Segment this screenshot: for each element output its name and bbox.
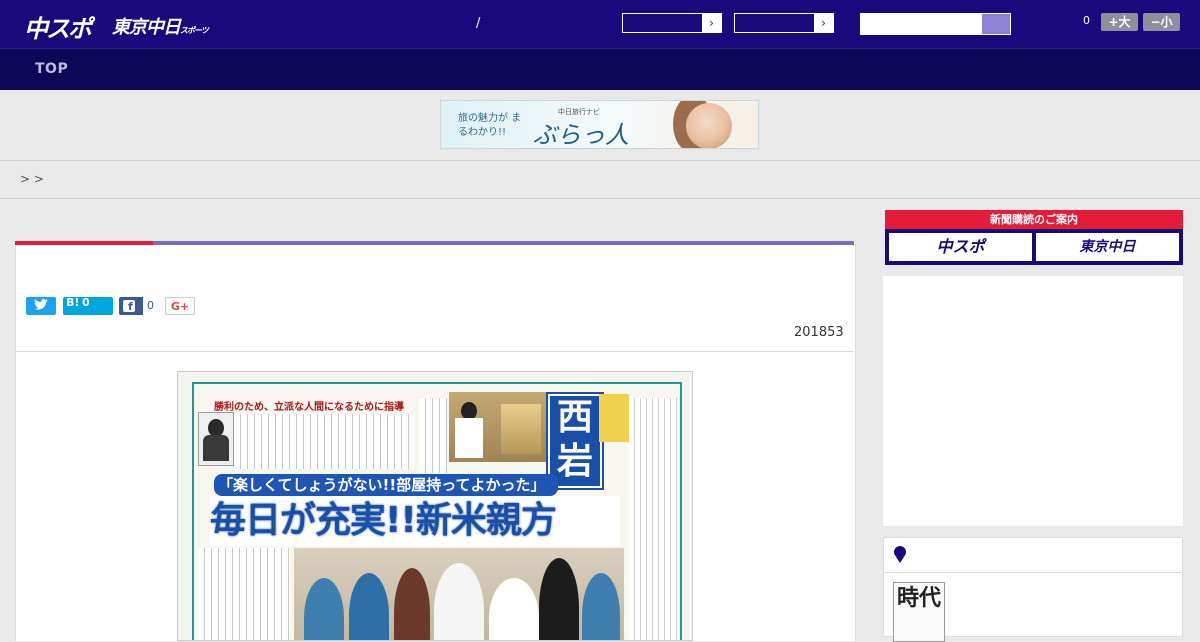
hatena-label: B! — [66, 296, 80, 309]
chuspo-logo[interactable]: 中スポ — [24, 9, 92, 44]
category-select-1[interactable]: › — [622, 13, 722, 33]
sidebar-ad[interactable] — [883, 276, 1183, 526]
font-smaller-button[interactable]: −小 — [1143, 13, 1180, 31]
article-date: 201853 — [794, 325, 844, 340]
nav-item-top[interactable]: TOP — [35, 61, 68, 77]
facebook-icon: f — [123, 300, 135, 313]
ranking-header — [884, 538, 1182, 573]
breadcrumb[interactable]: > > — [20, 172, 44, 186]
newspaper-group-photo — [294, 548, 624, 640]
tokyo-logo-small: スポーツ — [180, 26, 209, 35]
banner-brand: ぶらっ人 — [533, 121, 629, 149]
newspaper-image[interactable]: 勝利のため、立派な人間になるために指導 西岩 「楽しくてしょうがない!!部屋持っ… — [177, 371, 693, 641]
bird-icon — [34, 299, 48, 310]
header-separator: / — [476, 16, 481, 31]
ad-banner[interactable]: 旅の魅力が まるわかり!! 中日旅行ナビ ぶらっ人 — [440, 100, 759, 149]
medal-icon — [894, 546, 906, 563]
newspaper-frame: 勝利のため、立派な人間になるために指導 西岩 「楽しくてしょうがない!!部屋持っ… — [192, 382, 682, 640]
chevron-right-icon[interactable]: › — [702, 14, 721, 32]
banner-tagline: 旅の魅力が まるわかり!! — [458, 113, 522, 138]
divider — [16, 351, 854, 352]
gplus-share-button[interactable]: G+ — [165, 297, 195, 315]
newspaper-photo — [449, 392, 549, 462]
subscribe-tokyo-button[interactable]: 東京中日 — [1036, 233, 1179, 261]
ranking-thumbnail[interactable]: 時代 — [893, 582, 945, 642]
newspaper-kicker: 勝利のため、立派な人間になるために指導 — [214, 402, 404, 413]
main-nav: TOP — [0, 48, 1200, 90]
font-size-level: 0 — [1083, 14, 1090, 27]
chevron-right-icon[interactable]: › — [814, 14, 833, 32]
hatena-bookmark-button[interactable]: B! 0 — [63, 296, 113, 315]
subscription-title: 新聞購読のご案内 — [885, 210, 1183, 229]
font-larger-button[interactable]: +大 — [1101, 13, 1138, 31]
newspaper-name-box: 西岩 — [548, 394, 602, 488]
twitter-share-button[interactable] — [26, 297, 56, 315]
search-button[interactable] — [982, 14, 1010, 34]
article-tab-line — [153, 241, 854, 245]
divider — [0, 160, 1200, 161]
newspaper-portrait — [198, 412, 234, 466]
category-select-2[interactable]: › — [734, 13, 834, 33]
newspaper-text-block — [419, 398, 447, 473]
tokyo-chunichi-logo[interactable]: 東京中日スポーツ — [112, 13, 209, 39]
facebook-count: 0 — [143, 297, 158, 315]
ranking-panel: 時代 — [883, 537, 1183, 642]
facebook-share-button[interactable]: f 0 — [119, 297, 158, 315]
newspaper-text-block — [234, 414, 414, 469]
tokyo-logo-text: 東京中日 — [112, 17, 181, 38]
header-bar: 中スポ 東京中日スポーツ / › › 0 +大 −小 — [0, 0, 1200, 48]
search-input[interactable] — [860, 13, 1011, 35]
divider — [0, 198, 1200, 199]
newspaper-column-box — [599, 394, 629, 442]
newspaper-headline: 毎日が充実!!新米親方 — [210, 496, 620, 546]
banner-woman-image — [686, 103, 732, 148]
subscribe-chuspo-button[interactable]: 中スポ — [889, 233, 1032, 261]
newspaper-text-block — [198, 548, 290, 640]
newspaper-subhead: 「楽しくてしょうがない!!部屋持ってよかった」 — [214, 474, 558, 496]
hatena-count: 0 — [82, 296, 90, 309]
subscription-panel: 新聞購読のご案内 中スポ 東京中日 — [885, 210, 1183, 265]
newspaper-text-block — [629, 398, 679, 640]
article-tab-accent — [15, 241, 153, 245]
